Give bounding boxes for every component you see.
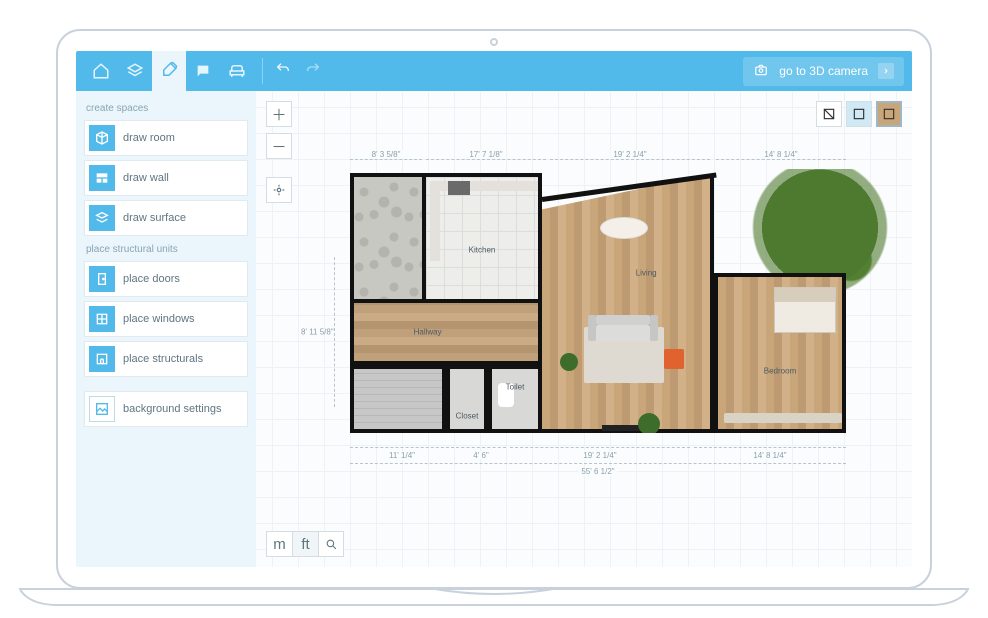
dim-bot-total: 55' 6 1/2" [578, 467, 617, 476]
room-label: Living [636, 268, 657, 277]
wall-icon [89, 165, 115, 191]
section-create-spaces-label: create spaces [84, 99, 248, 116]
laptop-camera-icon [490, 38, 498, 46]
tab-home[interactable] [84, 51, 118, 91]
floorplan: 8' 3 5/8" 17' 7 1/8" 19' 2 1/4" 14' 8 1/… [326, 147, 892, 511]
dim-bot-1: 11' 1/4" [386, 451, 418, 460]
recenter-button[interactable] [266, 177, 292, 203]
chevron-right-icon [878, 63, 894, 79]
room-living[interactable]: Living [542, 173, 714, 433]
tab-furniture[interactable] [220, 51, 254, 91]
dim-left-1: 8' 11 5/8" [301, 328, 334, 337]
cube-icon [89, 125, 115, 151]
unit-ft-label: ft [301, 536, 309, 553]
room-label: Hallway [414, 328, 442, 337]
tool-label: place structurals [123, 353, 203, 365]
top-toolbar: go to 3D camera [76, 51, 912, 91]
tool-label: place windows [123, 313, 195, 325]
unit-control-group: m ft [266, 531, 344, 557]
room-toilet[interactable]: Toilet [488, 365, 542, 433]
tool-place-structurals[interactable]: place structurals [84, 341, 248, 377]
door-icon [89, 266, 115, 292]
unit-m-label: m [273, 536, 286, 553]
zoom-in-button[interactable]: ＋ [266, 101, 292, 127]
room-label: Kitchen [469, 246, 496, 255]
room-closet[interactable]: Closet [446, 365, 488, 433]
dim-top-3: 19' 2 1/4" [610, 150, 649, 159]
dim-bot-3: 19' 2 1/4" [580, 451, 619, 460]
tool-place-windows[interactable]: place windows [84, 301, 248, 337]
dim-top-4: 14' 8 1/4" [761, 150, 800, 159]
tool-draw-room[interactable]: draw room [84, 120, 248, 156]
dim-top-2: 17' 7 1/8" [466, 150, 505, 159]
tool-draw-wall[interactable]: draw wall [84, 160, 248, 196]
view-mode-flat[interactable] [846, 101, 872, 127]
surface-patio[interactable] [350, 173, 422, 303]
section-structural-label: place structural units [84, 240, 248, 257]
tab-build[interactable] [152, 51, 186, 91]
search-button[interactable] [318, 531, 344, 557]
go-to-3d-button[interactable]: go to 3D camera [743, 57, 904, 86]
tool-label: draw surface [123, 212, 186, 224]
room-kitchen[interactable]: Kitchen [422, 173, 542, 303]
room-stairs[interactable] [350, 365, 446, 433]
redo-button[interactable] [305, 61, 321, 82]
dim-top-1: 8' 3 5/8" [369, 150, 404, 159]
zoom-out-button[interactable]: － [266, 133, 292, 159]
floorplan-canvas[interactable]: ＋ － [256, 91, 912, 567]
app-screen: go to 3D camera create spaces draw room [76, 51, 912, 567]
room-hallway[interactable]: Hallway [350, 303, 542, 365]
tool-label: draw wall [123, 172, 169, 184]
unit-feet-button[interactable]: ft [292, 531, 318, 557]
fireplace-icon [89, 346, 115, 372]
zoom-control-group: ＋ － [266, 101, 292, 203]
undo-button[interactable] [275, 61, 291, 82]
room-bedroom[interactable]: Bedroom [714, 273, 846, 433]
laptop-frame: go to 3D camera create spaces draw room [56, 29, 932, 589]
go-to-3d-label: go to 3D camera [779, 64, 868, 78]
tool-label: background settings [123, 403, 221, 415]
view-mode-group [816, 101, 902, 127]
surface-icon [89, 205, 115, 231]
unit-meters-button[interactable]: m [266, 531, 292, 557]
room-label: Toilet [506, 383, 525, 392]
view-mode-textured[interactable] [876, 101, 902, 127]
laptop-base [18, 587, 970, 609]
build-sidebar: create spaces draw room draw wall [76, 91, 256, 567]
tool-place-doors[interactable]: place doors [84, 261, 248, 297]
tool-label: place doors [123, 273, 180, 285]
dim-bot-4: 14' 8 1/4" [750, 451, 789, 460]
tool-background-settings[interactable]: background settings [84, 391, 248, 427]
window-icon [89, 306, 115, 332]
dim-bot-2: 4' 6" [470, 451, 492, 460]
tab-info[interactable] [186, 51, 220, 91]
tool-draw-surface[interactable]: draw surface [84, 200, 248, 236]
room-label: Closet [456, 411, 479, 420]
tab-layers[interactable] [118, 51, 152, 91]
room-label: Bedroom [764, 367, 796, 376]
view-mode-wireframe[interactable] [816, 101, 842, 127]
toolbar-divider [262, 58, 263, 84]
background-icon [89, 396, 115, 422]
camera-icon [753, 63, 769, 80]
tool-label: draw room [123, 132, 175, 144]
